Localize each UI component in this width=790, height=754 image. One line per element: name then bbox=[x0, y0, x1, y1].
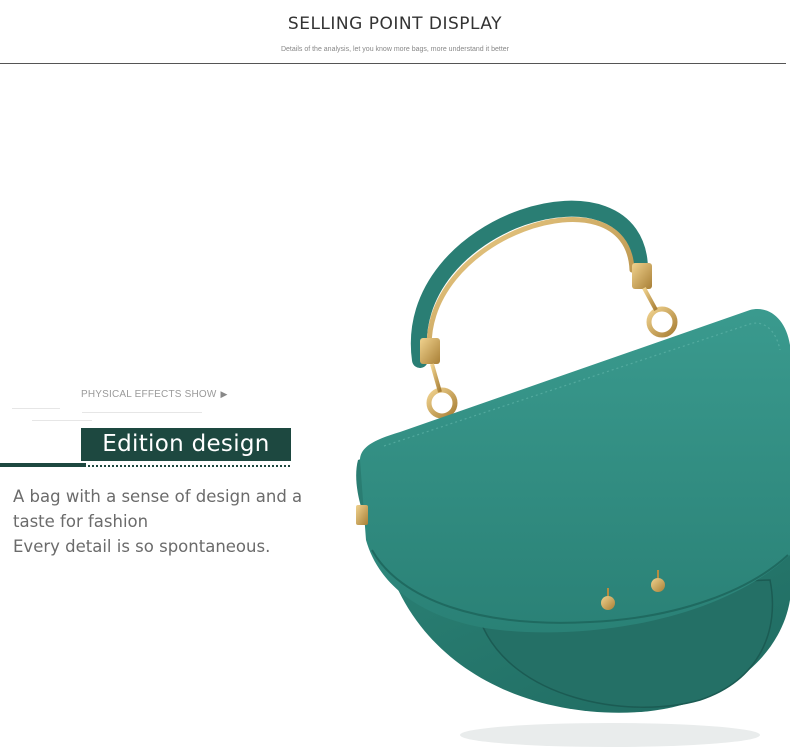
triangle-right-icon: ▶ bbox=[220, 389, 228, 399]
description-line: taste for fashion bbox=[13, 512, 149, 531]
handbag-photo bbox=[356, 200, 790, 747]
edition-design-heading: Edition design bbox=[81, 428, 291, 461]
section-header: SELLING POINT DISPLAY Details of the ana… bbox=[0, 0, 790, 66]
description-line: Every detail is so spontaneous. bbox=[13, 537, 271, 556]
physical-effects-label: PHYSICAL EFFECTS SHOW ▶ bbox=[81, 389, 228, 400]
description-line: A bag with a sense of design and a bbox=[13, 487, 303, 506]
page-subtitle: Details of the analysis, let you know mo… bbox=[280, 46, 509, 53]
page-title: SELLING POINT DISPLAY bbox=[287, 14, 503, 34]
header-divider bbox=[0, 63, 786, 64]
decorative-lines bbox=[12, 404, 212, 424]
feature-description: A bag with a sense of design and a taste… bbox=[13, 484, 313, 559]
dotted-divider bbox=[88, 465, 290, 467]
accent-bar bbox=[0, 463, 86, 467]
physical-effects-text: PHYSICAL EFFECTS SHOW bbox=[81, 389, 217, 400]
